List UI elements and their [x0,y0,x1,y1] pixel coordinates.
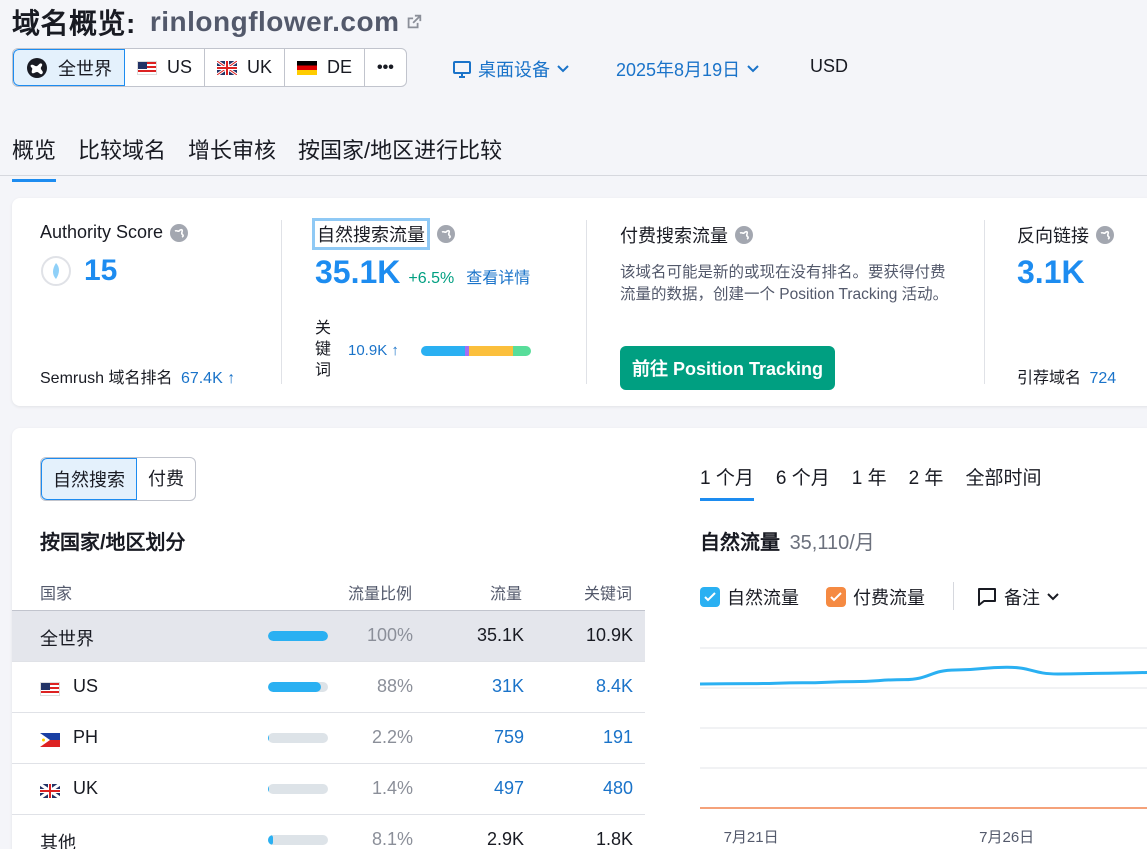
page-title-text: 域名概览: [12,8,136,39]
organic-traffic-label: 自然搜索流量 [312,218,456,250]
info-icon[interactable] [734,225,754,245]
col-keywords: 关键词 [584,586,633,603]
metrics-card: Authority Score 15 Semrush 域名排名 67.4K ↑ … [12,198,1147,406]
info-icon[interactable] [1095,225,1115,245]
device-dropdown[interactable]: 桌面设备 [452,56,570,82]
period-1y[interactable]: 1 年 [852,463,887,501]
authority-score-label: Authority Score [40,222,189,243]
authority-gauge-icon [41,256,71,286]
legend-paid[interactable]: 付费流量 [826,584,925,610]
domain-name[interactable]: rinlongflower.com [150,6,400,38]
col-share: 流量比例 [348,586,413,603]
share-bar [268,682,328,692]
desktop-icon [453,61,471,78]
share-bar [268,835,328,845]
trend-value: 35,110/月 [789,532,875,554]
de-flag-icon [297,60,318,75]
table-row[interactable]: UK 1.4% 497 480 [12,764,645,815]
view-details-link[interactable]: 查看详情 [466,264,530,288]
authority-score: 15 [40,254,117,288]
globe-icon [27,57,47,78]
organic-traffic-value-row: 35.1K +6.5% 查看详情 [315,254,530,291]
referring-domains-value[interactable]: 724 [1089,370,1116,387]
series-line-organic[interactable] [700,665,1147,686]
table-row[interactable]: PH 2.2% 759 191 [12,713,645,764]
country-worldwide-button[interactable]: 全世界 [13,49,125,86]
period-1m[interactable]: 1 个月 [700,463,754,501]
more-countries-button[interactable]: ••• [365,49,406,86]
traffic-type-toggle: 自然搜索 付费 [40,457,196,501]
table-row[interactable]: 其他 8.1% 2.9K 1.8K [12,815,645,849]
checkbox-checked-icon [700,587,720,607]
notes-dropdown[interactable]: 备注 [976,584,1060,610]
period-all[interactable]: 全部时间 [965,463,1041,501]
page-title: 域名概览: rinlongflower.com [12,2,423,42]
tabs-divider [0,175,1147,176]
keywords-value[interactable]: 10.9K ↑ [348,342,399,359]
country-de-button[interactable]: DE [285,49,366,86]
organic-traffic-chart[interactable]: 7月21日 7月26日 [700,630,1147,849]
seg-organic[interactable]: 自然搜索 [41,458,137,500]
keywords-label: 关 键 词 [315,320,332,379]
paid-traffic-description: 该域名可能是新的或现在没有排名。要获得付费流量的数据，创建一个 Position… [620,264,949,303]
organic-traffic-value[interactable]: 35.1K [315,254,400,291]
period-2y[interactable]: 2 年 [909,463,944,501]
info-icon[interactable] [169,223,189,243]
col-country: 国家 [40,586,73,603]
trend-title-row: 自然流量 35,110/月 [700,526,875,555]
checkbox-checked-icon [826,587,846,607]
share-bar [268,733,328,743]
table-row[interactable]: US 88% 31K 8.4K [12,662,645,713]
chevron-down-icon [557,65,569,73]
col-traffic: 流量 [490,586,523,603]
uk-flag-icon [217,60,238,75]
country-uk-button[interactable]: UK [205,49,286,86]
trend-title: 自然流量 [700,532,780,554]
keyword-distribution-bar [421,346,531,356]
uk-flag-icon [40,784,60,798]
period-tabs: 1 个月 6 个月 1 年 2 年 全部时间 [700,463,1041,501]
metric-divider [281,220,282,384]
country-selector: 全世界 US UK DE ••• [12,48,407,87]
comment-icon [978,588,996,606]
chevron-down-icon [1047,593,1059,601]
position-tracking-button[interactable]: 前往 Position Tracking [620,346,836,390]
x-tick-label: 7月26日 [979,829,1034,846]
semrush-rank: Semrush 域名排名 67.4K ↑ [40,370,236,387]
share-bar [268,784,328,794]
referring-domains: 引荐域名 724 [1017,370,1117,387]
us-flag-icon [40,682,60,696]
table-row[interactable]: 全世界 100% 35.1K 10.9K [12,611,645,662]
country-us-button[interactable]: US [125,49,206,86]
currency-label[interactable]: USD [810,56,848,77]
x-tick-label: 7月21日 [724,829,779,846]
distribution-title: 按国家/地区划分 [40,532,186,554]
us-flag-icon [137,60,157,75]
organic-change: +6.5% [408,270,455,287]
info-icon[interactable] [436,224,456,244]
period-6m[interactable]: 6 个月 [776,463,830,501]
legend-divider [953,582,954,610]
legend-organic[interactable]: 自然流量 [700,584,799,610]
semrush-rank-value[interactable]: 67.4K ↑ [181,370,235,387]
chevron-down-icon [747,65,759,73]
ph-flag-icon [40,733,60,747]
backlinks-value[interactable]: 3.1K [1017,254,1085,291]
metric-divider [984,220,985,384]
backlinks-label: 反向链接 [1017,222,1115,248]
seg-paid[interactable]: 付费 [137,458,195,500]
metric-divider [586,220,587,384]
external-link-icon[interactable] [405,13,423,31]
share-bar [268,631,328,641]
date-dropdown[interactable]: 2025年8月19日 [616,56,760,82]
paid-traffic-label: 付费搜索流量 [620,222,754,248]
